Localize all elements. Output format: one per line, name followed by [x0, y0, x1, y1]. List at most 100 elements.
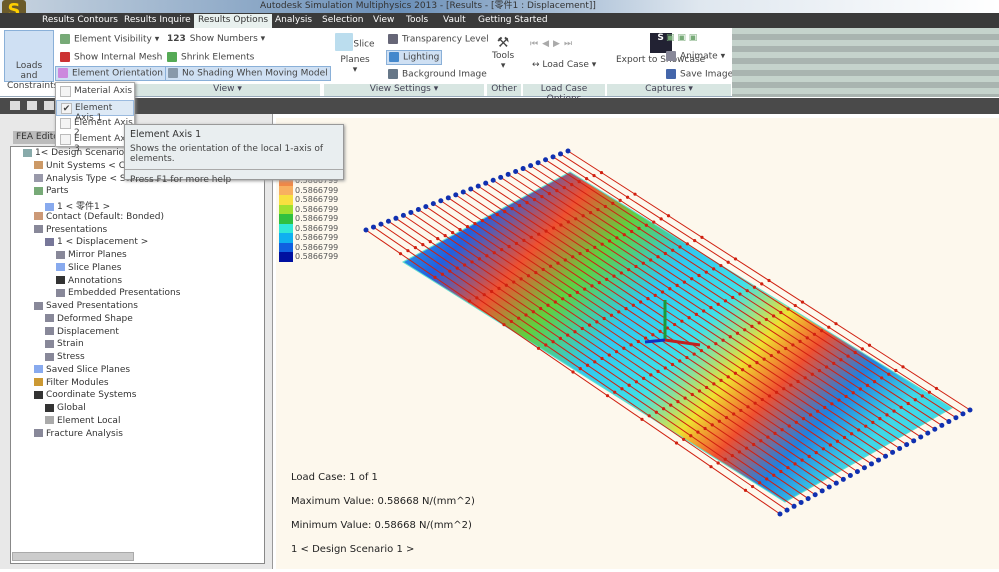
arrow-marker	[510, 207, 514, 211]
arrow-marker	[673, 322, 677, 327]
tree-node-icon	[34, 365, 43, 374]
arrow-tail	[565, 148, 571, 154]
no-shading-button[interactable]: No Shading When Moving Model	[165, 66, 331, 81]
tree-node[interactable]: Mirror Planes	[56, 250, 127, 260]
arrow-marker	[867, 343, 872, 347]
menu-item[interactable]: Element Axis 3	[56, 132, 134, 154]
tab-tools[interactable]: Tools	[402, 14, 432, 28]
arrow-head	[946, 419, 952, 425]
show-internal-mesh-button[interactable]: Show Internal Mesh	[58, 51, 164, 64]
shrink-elements-button[interactable]: Shrink Elements	[165, 51, 256, 64]
arrow-marker	[844, 394, 848, 399]
group-captures: Captures ▾	[607, 84, 731, 96]
arrow-head	[890, 449, 896, 455]
arrow-marker	[654, 410, 658, 414]
fea-editor-tab[interactable]: FEA Editor	[13, 131, 61, 144]
tab-results-inquire[interactable]: Results Inquire	[120, 14, 195, 28]
tree-node[interactable]: Stress	[45, 352, 85, 362]
arrow-marker	[716, 461, 720, 465]
arrow-marker	[779, 469, 783, 474]
arrow-tail	[408, 209, 414, 215]
arrow-marker	[651, 333, 655, 337]
tree-node[interactable]: Global	[45, 403, 86, 413]
arrow-marker	[666, 214, 671, 218]
background-image-button[interactable]: Background Image	[386, 68, 489, 81]
arrow-marker	[451, 231, 455, 235]
arrow-tail	[363, 227, 369, 233]
arrow-marker	[551, 340, 555, 344]
tools-button[interactable]: ⚒ Tools ▾	[490, 34, 516, 72]
checkbox[interactable]: ✔	[61, 103, 72, 114]
tree-node[interactable]: Deformed Shape	[45, 314, 133, 324]
tree-node-label: Saved Presentations	[46, 301, 138, 311]
load-case-nav[interactable]: ⏮◀▶⏭	[528, 38, 578, 50]
tab-analysis[interactable]: Analysis	[271, 14, 316, 28]
horizontal-scrollbar[interactable]	[12, 552, 134, 561]
tree-node[interactable]: Filter Modules	[34, 378, 109, 388]
arrow-marker	[581, 214, 585, 218]
tree-node[interactable]: 1 < Displacement >	[45, 237, 148, 247]
tree-node[interactable]: Strain	[45, 339, 84, 349]
animate-button[interactable]: Animate ▾	[664, 50, 727, 63]
tree-node[interactable]: Coordinate Systems	[34, 390, 136, 400]
new-icon[interactable]	[10, 101, 20, 110]
load-case-button[interactable]: ↔ Load Case ▾	[530, 59, 598, 71]
transparency-level-button[interactable]: Transparency Level	[386, 33, 491, 46]
arrow-tail	[393, 215, 399, 221]
tree-node[interactable]: Slice Planes	[56, 263, 121, 273]
arrow-tail	[528, 163, 534, 169]
arrow-marker	[700, 235, 704, 239]
tree-node[interactable]: Presentations	[34, 225, 107, 235]
tree-node[interactable]: Element Local	[45, 416, 120, 426]
arrow-marker	[551, 226, 556, 230]
tree-node[interactable]: Displacement	[45, 327, 119, 337]
tree-node[interactable]: Saved Slice Planes	[34, 365, 130, 375]
loads-and-constraints-button[interactable]: Loads and Constraints	[4, 30, 58, 91]
checkbox[interactable]	[60, 134, 71, 145]
tree-node[interactable]: Parts	[34, 186, 68, 196]
arrow-marker	[733, 371, 738, 375]
arrow-marker	[526, 274, 531, 278]
menu-item[interactable]: ✔ Element Axis 1	[56, 100, 134, 123]
arrow-marker	[627, 268, 631, 272]
tree-node[interactable]: Saved Presentations	[34, 301, 138, 311]
tab-results-contours[interactable]: Results Contours	[38, 14, 122, 28]
checkbox[interactable]	[60, 118, 71, 129]
element-orientation-button[interactable]: Element Orientation ▾	[55, 66, 174, 81]
menu-item[interactable]: Material Axis	[56, 84, 134, 100]
arrow-marker	[556, 261, 560, 265]
checkbox[interactable]	[60, 86, 71, 97]
element-visibility-button[interactable]: Element Visibility ▾	[58, 33, 161, 46]
arrow-marker	[525, 201, 529, 205]
arrow-marker	[639, 300, 643, 304]
tab-selection[interactable]: Selection	[318, 14, 367, 28]
tab-results-options[interactable]: Results Options	[194, 14, 273, 28]
hammer-icon: ⚒	[496, 35, 510, 51]
arrow-marker	[853, 350, 857, 355]
tree-node-icon	[34, 212, 43, 221]
show-numbers-button[interactable]: 123 Show Numbers ▾	[165, 33, 267, 45]
arrow-marker	[413, 246, 417, 250]
tree-node[interactable]: Fracture Analysis	[34, 429, 123, 439]
arrow-marker	[857, 428, 861, 432]
arrow-marker	[595, 320, 599, 324]
tree-node[interactable]: Embedded Presentations	[56, 288, 180, 298]
menu-item-label: Material Axis	[74, 86, 133, 96]
tab-getting-started[interactable]: Getting Started	[474, 14, 552, 28]
tree-node[interactable]: 1 < 零件1 >	[45, 199, 110, 212]
tab-view[interactable]: View	[369, 14, 398, 28]
save-image-button[interactable]: Save Image	[664, 68, 735, 81]
arrow-marker	[692, 352, 696, 356]
arrow-marker	[585, 248, 590, 253]
arrow-marker	[477, 257, 482, 261]
slice-planes-button[interactable]: Slice Planes ▾	[330, 32, 380, 76]
tab-vault[interactable]: Vault	[439, 14, 470, 28]
tree-node[interactable]: Annotations	[56, 276, 122, 286]
save-icon[interactable]	[44, 101, 54, 110]
tree-node[interactable]: Contact (Default: Bonded)	[34, 212, 164, 222]
capture-buttons[interactable]: ▣ ▣ ▣	[664, 32, 699, 44]
lighting-button[interactable]: Lighting	[386, 50, 443, 65]
arrow-marker	[671, 248, 675, 252]
open-icon[interactable]	[27, 101, 37, 110]
menu-item[interactable]: Element Axis 2	[56, 116, 134, 138]
